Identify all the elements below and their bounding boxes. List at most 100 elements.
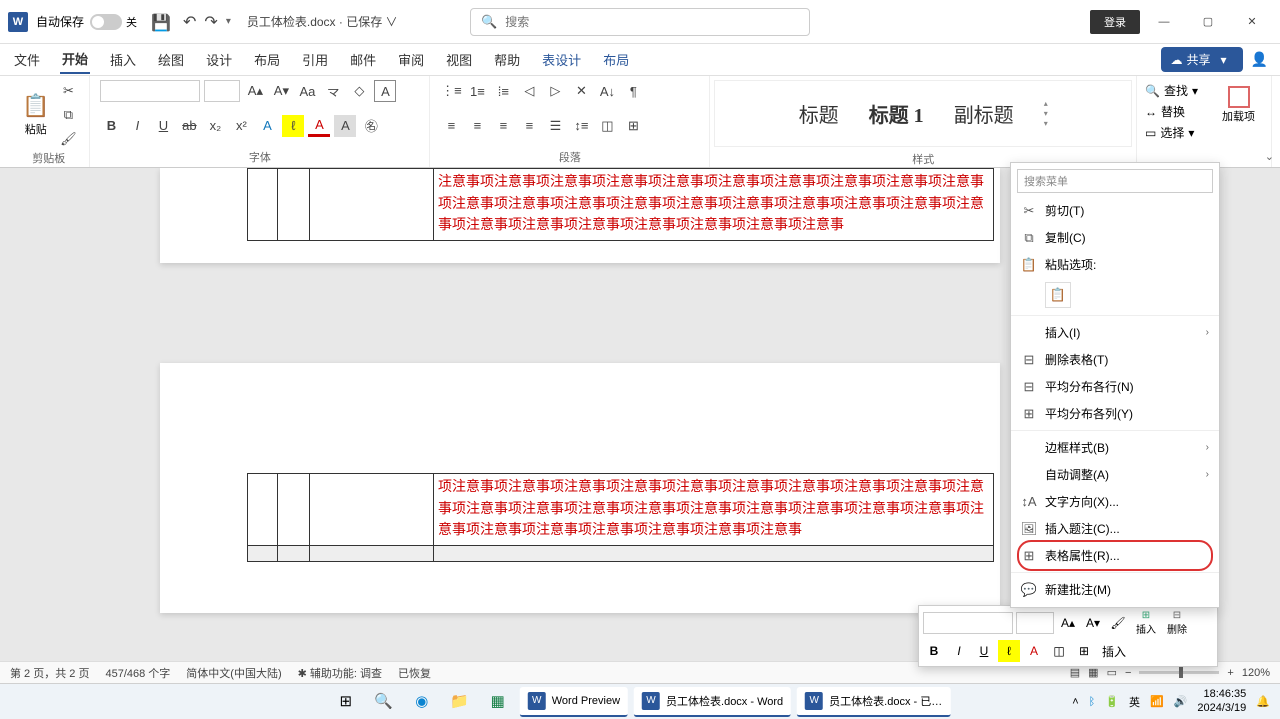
styles-gallery[interactable]: 标题 标题 1 副标题 ▴ ▾ ▾ xyxy=(714,80,1132,147)
mini-insert-text[interactable]: 插入 xyxy=(1098,640,1130,662)
italic-button[interactable]: I xyxy=(126,115,148,137)
change-case-button[interactable]: Aa xyxy=(296,80,318,102)
taskbar-app-2[interactable]: W员工体检表.docx - Word xyxy=(634,687,791,717)
status-page[interactable]: 第 2 页，共 2 页 xyxy=(10,665,89,681)
mini-underline[interactable]: U xyxy=(973,640,995,662)
minimize-button[interactable]: — xyxy=(1144,7,1184,37)
menu-layout[interactable]: 布局 xyxy=(252,46,282,73)
phonetic-guide-button[interactable]: 龴 xyxy=(322,80,344,102)
menu-draw[interactable]: 绘图 xyxy=(156,46,186,73)
taskbar-excel[interactable]: ▦ xyxy=(482,687,514,715)
strikethrough-button[interactable]: ab xyxy=(178,115,200,137)
menu-insert-caption[interactable]: 🖼插入题注(C)... xyxy=(1011,515,1219,542)
align-left-button[interactable]: ≡ xyxy=(440,115,462,137)
clear-format-button[interactable]: ◇ xyxy=(348,80,370,102)
menu-mailings[interactable]: 邮件 xyxy=(348,46,378,73)
select-button[interactable]: ▭ 选择 ▾ xyxy=(1145,124,1198,141)
status-words[interactable]: 457/468 个字 xyxy=(105,665,170,681)
menu-help[interactable]: 帮助 xyxy=(492,46,522,73)
tray-volume-icon[interactable]: 🔊 xyxy=(1174,695,1188,708)
sort-button[interactable]: A↓ xyxy=(596,80,618,102)
shrink-font-button[interactable]: A▾ xyxy=(270,80,292,102)
mini-italic[interactable]: I xyxy=(948,640,970,662)
menu-references[interactable]: 引用 xyxy=(300,46,330,73)
mini-font-color[interactable]: A xyxy=(1023,640,1045,662)
mini-borders[interactable]: ⊞ xyxy=(1073,640,1095,662)
comments-icon[interactable]: 👤 xyxy=(1251,51,1268,68)
table-empty-row[interactable] xyxy=(248,546,994,562)
view-focus[interactable]: ▤ xyxy=(1070,666,1080,679)
styles-more[interactable]: ▾ xyxy=(1044,119,1048,128)
styles-scroll-up[interactable]: ▴ xyxy=(1044,99,1048,108)
mini-font-size[interactable] xyxy=(1016,612,1054,634)
menu-home[interactable]: 开始 xyxy=(60,45,90,74)
subscript-button[interactable]: x₂ xyxy=(204,115,226,137)
taskbar-app-3[interactable]: W员工体检表.docx - 已… xyxy=(797,687,950,717)
mini-grow-font[interactable]: A▴ xyxy=(1057,612,1079,634)
grow-font-button[interactable]: A▴ xyxy=(244,80,266,102)
menu-distribute-rows[interactable]: ⊟平均分布各行(N) xyxy=(1011,373,1219,400)
menu-search-input[interactable]: 搜索菜单 xyxy=(1017,169,1213,193)
save-icon[interactable]: 💾 xyxy=(151,13,169,31)
line-spacing-button[interactable]: ↕≡ xyxy=(570,115,592,137)
tray-bluetooth-icon[interactable]: ᛒ xyxy=(1089,696,1096,708)
mini-shading[interactable]: ◫ xyxy=(1048,640,1070,662)
shading-button[interactable]: ◫ xyxy=(596,115,618,137)
qat-dropdown[interactable]: ▾ xyxy=(226,16,231,27)
zoom-slider[interactable] xyxy=(1139,671,1219,674)
mini-bold[interactable]: B xyxy=(923,640,945,662)
underline-button[interactable]: U xyxy=(152,115,174,137)
show-marks-button[interactable]: ¶ xyxy=(622,80,644,102)
menu-border-style[interactable]: 边框样式(B)› xyxy=(1011,434,1219,461)
numbering-button[interactable]: 1≡ xyxy=(466,80,488,102)
taskbar-app-1[interactable]: WWord Preview xyxy=(520,687,628,717)
replace-button[interactable]: ↔ 替换 xyxy=(1145,103,1198,120)
undo-button[interactable]: ↶ xyxy=(183,12,196,32)
justify-button[interactable]: ≡ xyxy=(518,115,540,137)
font-color-button[interactable]: A xyxy=(308,115,330,137)
taskbar-explorer[interactable]: 📁 xyxy=(444,687,476,715)
table-cell-content-top[interactable]: 注意事项注意事项注意事项注意事项注意事项注意事项注意事项注意事项注意事项注意事项… xyxy=(434,169,994,241)
menu-design[interactable]: 设计 xyxy=(204,46,234,73)
view-web[interactable]: ▭ xyxy=(1107,666,1117,679)
menu-table-design[interactable]: 表设计 xyxy=(540,46,583,73)
highlight-button[interactable]: ℓ xyxy=(282,115,304,137)
document-title[interactable]: 员工体检表.docx · 已保存 ∨ xyxy=(247,13,398,30)
style-subtitle[interactable]: 副标题 xyxy=(954,99,1014,128)
close-button[interactable]: ✕ xyxy=(1232,7,1272,37)
tray-chevron[interactable]: ˄ xyxy=(1072,696,1078,708)
autosave-toggle[interactable] xyxy=(90,14,122,30)
mini-highlight[interactable]: ℓ xyxy=(998,640,1020,662)
tray-clock[interactable]: 18:46:35 2024/3/19 xyxy=(1197,688,1246,714)
view-print[interactable]: ▦ xyxy=(1088,666,1098,679)
status-language[interactable]: 简体中文(中国大陆) xyxy=(186,665,281,681)
increase-indent-button[interactable]: ▷ xyxy=(544,80,566,102)
decrease-indent-button[interactable]: ◁ xyxy=(518,80,540,102)
menu-view[interactable]: 视图 xyxy=(444,46,474,73)
superscript-button[interactable]: x² xyxy=(230,115,252,137)
menu-cut[interactable]: ✂剪切(T) xyxy=(1011,197,1219,224)
mini-shrink-font[interactable]: A▾ xyxy=(1082,612,1104,634)
tray-network-icon[interactable]: 📶 xyxy=(1150,695,1164,708)
menu-distribute-cols[interactable]: ⊞平均分布各列(Y) xyxy=(1011,400,1219,427)
search-box[interactable]: 🔍 xyxy=(470,8,810,36)
mini-format-painter[interactable]: 🖌 xyxy=(1107,612,1129,634)
tray-notifications-icon[interactable]: 🔔 xyxy=(1256,695,1270,708)
style-heading1[interactable]: 标题 1 xyxy=(869,99,924,128)
enclose-char-button[interactable]: ㊔ xyxy=(360,115,382,137)
distributed-button[interactable]: ☰ xyxy=(544,115,566,137)
menu-copy[interactable]: ⧉复制(C) xyxy=(1011,224,1219,251)
cut-button[interactable]: ✂ xyxy=(57,80,79,102)
mini-delete-button[interactable]: ⊟删除 xyxy=(1163,610,1191,636)
bold-button[interactable]: B xyxy=(100,115,122,137)
tray-battery-icon[interactable]: 🔋 xyxy=(1105,695,1119,708)
font-name-input[interactable] xyxy=(100,80,200,102)
style-heading[interactable]: 标题 xyxy=(799,99,839,128)
menu-new-comment[interactable]: 💬新建批注(M) xyxy=(1011,576,1219,603)
zoom-in[interactable]: + xyxy=(1227,667,1233,679)
menu-table-properties[interactable]: ⊞表格属性(R)... xyxy=(1011,542,1219,569)
char-shading-button[interactable]: A xyxy=(334,115,356,137)
font-size-input[interactable] xyxy=(204,80,240,102)
borders-button[interactable]: ⊞ xyxy=(622,115,644,137)
addins-button[interactable]: 加载项 xyxy=(1216,80,1261,130)
